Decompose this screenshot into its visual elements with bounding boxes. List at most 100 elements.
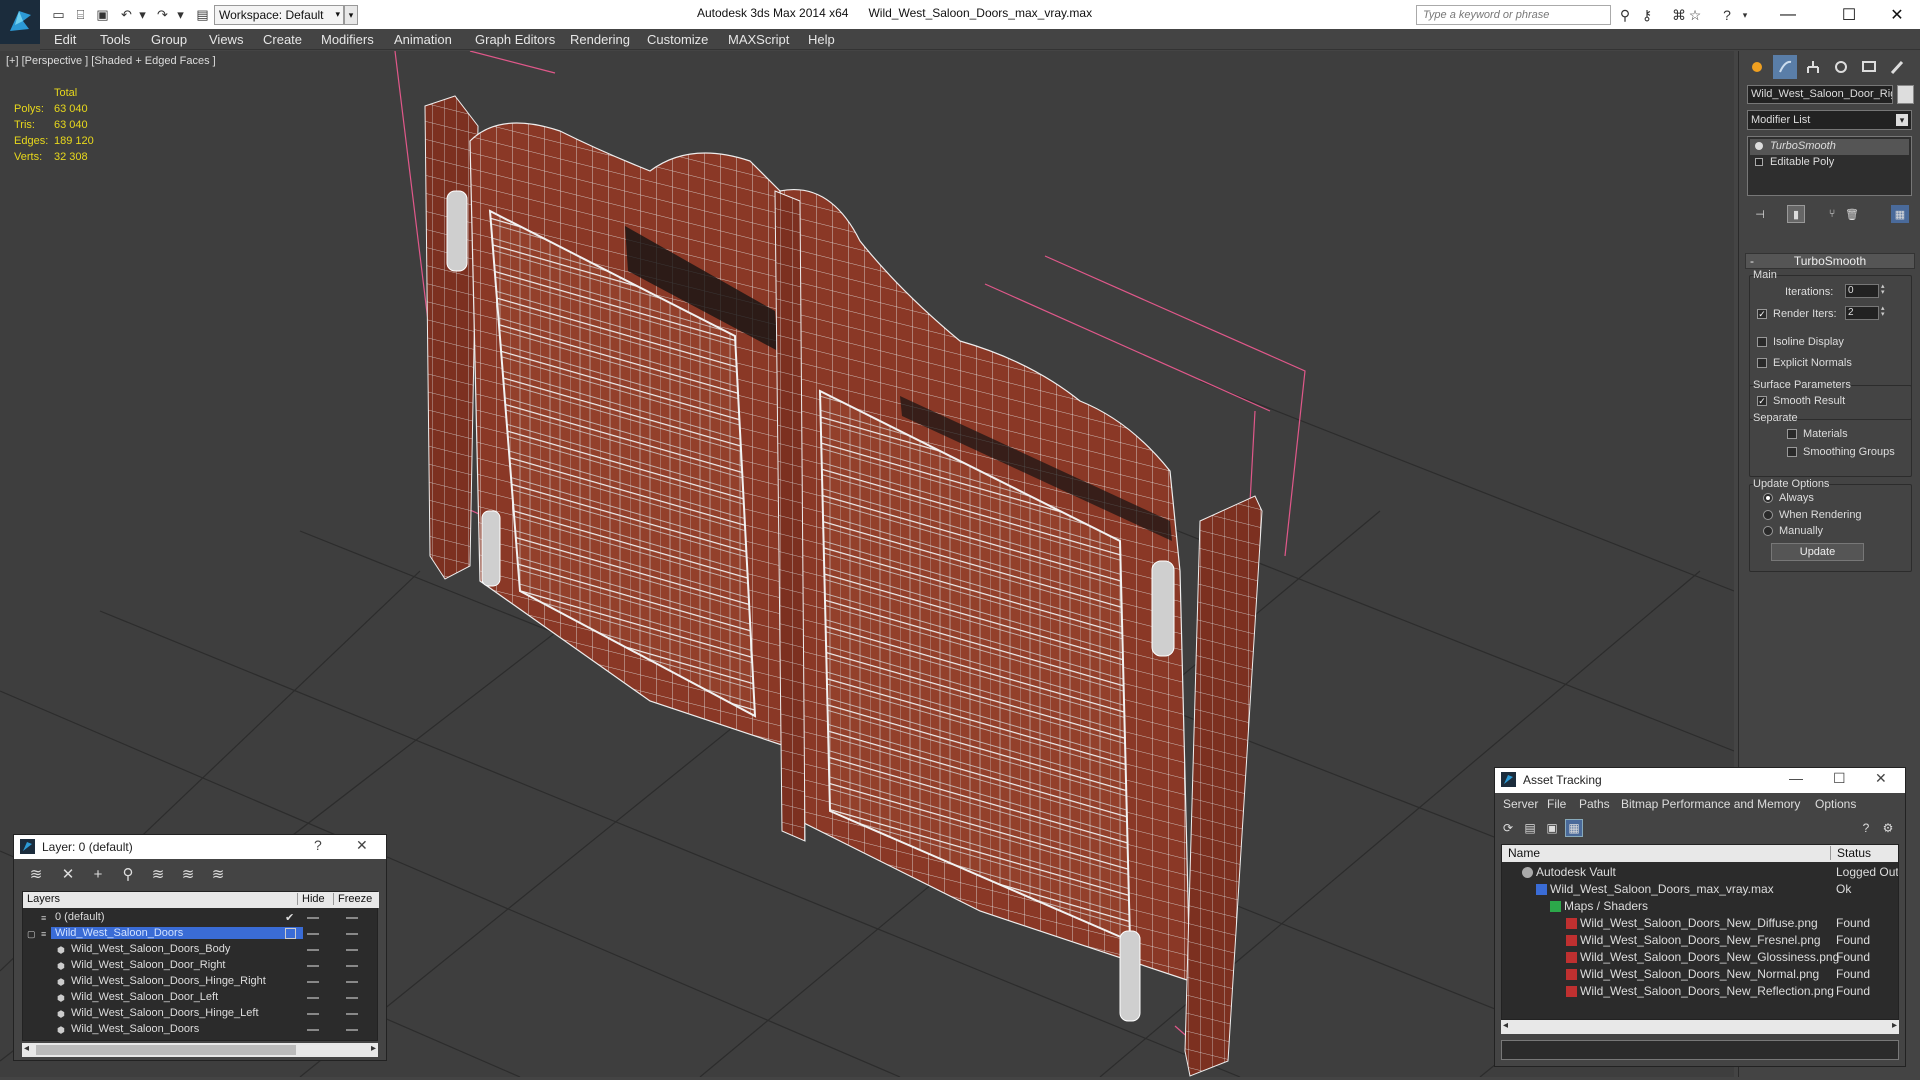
undo-dropdown-icon[interactable]: ▾ xyxy=(134,6,151,23)
help-icon[interactable]: ? xyxy=(1718,6,1736,24)
hide-freeze-icon[interactable]: ≋ xyxy=(208,865,228,883)
freeze-toggle[interactable] xyxy=(346,1029,358,1031)
maximize-button[interactable]: ☐ xyxy=(1826,0,1872,29)
undo-icon[interactable]: ↶ xyxy=(118,6,135,23)
vault-help-icon[interactable]: ? xyxy=(1857,819,1875,837)
layers-icon[interactable]: ≋ xyxy=(26,865,46,883)
asset-row[interactable]: Maps / Shaders xyxy=(1502,898,1898,915)
vault-login-icon[interactable]: ⚙ xyxy=(1879,819,1897,837)
materials-checkbox[interactable] xyxy=(1787,429,1797,439)
when-rendering-radio[interactable] xyxy=(1763,510,1773,520)
app-logo-icon[interactable] xyxy=(0,0,40,44)
pin-stack-icon[interactable]: ⊣ xyxy=(1751,205,1769,223)
hide-toggle[interactable] xyxy=(307,965,319,967)
menu-server[interactable]: Server xyxy=(1503,797,1538,811)
hide-toggle[interactable] xyxy=(307,997,319,999)
open-file-icon[interactable]: ⌸ xyxy=(72,6,89,23)
always-radio[interactable] xyxy=(1763,493,1773,503)
smooth-result-checkbox[interactable]: ✓ xyxy=(1757,396,1767,406)
turbosmooth-rollout-header[interactable]: - TurboSmooth xyxy=(1745,253,1915,269)
menu-paths[interactable]: Paths xyxy=(1579,797,1610,811)
configure-modifier-sets-icon[interactable]: ▦ xyxy=(1891,205,1909,223)
subscription-icon[interactable]: ⚷ xyxy=(1638,6,1656,24)
workspace-more-button[interactable]: ▾ xyxy=(344,5,358,25)
iterations-spinner[interactable]: 0 xyxy=(1845,284,1879,298)
help-button[interactable]: ? xyxy=(314,837,322,853)
render-iters-checkbox[interactable]: ✓ xyxy=(1757,309,1767,319)
scroll-left-icon[interactable]: ◂ xyxy=(24,1043,29,1054)
close-icon[interactable]: ✕ xyxy=(1875,770,1887,787)
asset-row[interactable]: Wild_West_Saloon_Doors_New_Normal.png Fou… xyxy=(1502,966,1898,983)
binoculars-icon[interactable]: ⚲ xyxy=(1616,6,1634,24)
column-header-name[interactable]: Name xyxy=(1508,846,1540,860)
table-view-icon[interactable]: ▦ xyxy=(1565,819,1583,837)
refresh-icon[interactable]: ⟳ xyxy=(1499,819,1517,837)
spinner-arrows-icon[interactable]: ▴ ▾ xyxy=(1881,305,1889,320)
horizontal-scrollbar[interactable]: ◂ ▸ xyxy=(22,1043,378,1057)
object-name-field[interactable]: Wild_West_Saloon_Door_Rigl xyxy=(1747,85,1893,104)
menu-group[interactable]: Group xyxy=(151,32,187,47)
highlight-selected-icon[interactable]: ≋ xyxy=(178,865,198,883)
column-header-hide[interactable]: Hide xyxy=(297,893,325,905)
close-icon[interactable]: ✕ xyxy=(356,837,368,854)
hide-toggle[interactable] xyxy=(307,949,319,951)
menu-tools[interactable]: Tools xyxy=(100,32,130,47)
freeze-toggle[interactable] xyxy=(346,981,358,983)
lightbulb-icon[interactable] xyxy=(1755,142,1763,150)
hide-toggle[interactable] xyxy=(307,933,319,935)
scrollbar-thumb[interactable] xyxy=(36,1045,296,1055)
layer-row[interactable]: ⬢ Wild_West_Saloon_Doors_Hinge_Right xyxy=(23,974,379,990)
menu-file[interactable]: File xyxy=(1547,797,1566,811)
layer-row[interactable]: ⬢ Wild_West_Saloon_Doors_Body xyxy=(23,942,379,958)
create-tab-icon[interactable] xyxy=(1745,55,1769,79)
add-layer-icon[interactable]: + xyxy=(88,865,108,883)
menu-help[interactable]: Help xyxy=(808,32,835,47)
thumbnail-view-icon[interactable]: ▣ xyxy=(1543,819,1561,837)
menu-graph-editors[interactable]: Graph Editors xyxy=(475,32,555,47)
layer-row[interactable]: ⬢ Wild_West_Saloon_Doors_Hinge_Left xyxy=(23,1006,379,1022)
minimize-icon[interactable]: — xyxy=(1789,770,1803,786)
freeze-toggle[interactable] xyxy=(346,917,358,919)
layer-row[interactable]: ⬢ Wild_West_Saloon_Doors xyxy=(23,1022,379,1038)
freeze-toggle[interactable] xyxy=(346,933,358,935)
redo-icon[interactable]: ↷ xyxy=(154,6,171,23)
remove-modifier-icon[interactable]: 🗑 xyxy=(1843,205,1861,223)
layer-row[interactable]: ⬢ Wild_West_Saloon_Door_Left xyxy=(23,990,379,1006)
list-view-icon[interactable]: ▤ xyxy=(1521,819,1539,837)
column-header-layers[interactable]: Layers xyxy=(27,893,60,905)
menu-edit[interactable]: Edit xyxy=(54,32,76,47)
motion-tab-icon[interactable] xyxy=(1829,55,1853,79)
collapse-icon[interactable]: ▢ xyxy=(27,929,37,939)
asset-row[interactable]: Wild_West_Saloon_Doors_New_Diffuse.png Fo… xyxy=(1502,915,1898,932)
freeze-toggle[interactable] xyxy=(346,949,358,951)
hierarchy-tab-icon[interactable] xyxy=(1801,55,1825,79)
freeze-toggle[interactable] xyxy=(346,965,358,967)
horizontal-scrollbar[interactable]: ◂ ▸ xyxy=(1501,1020,1899,1034)
scroll-right-icon[interactable]: ▸ xyxy=(1892,1020,1897,1031)
delete-layer-icon[interactable]: ✕ xyxy=(58,865,78,883)
hide-toggle[interactable] xyxy=(307,1013,319,1015)
menu-customize[interactable]: Customize xyxy=(647,32,708,47)
asset-row[interactable]: Wild_West_Saloon_Doors_New_Reflection.pn… xyxy=(1502,983,1898,1000)
save-file-icon[interactable]: ▣ xyxy=(94,6,111,23)
menu-bitmap-performance[interactable]: Bitmap Performance and Memory xyxy=(1621,797,1800,811)
freeze-toggle[interactable] xyxy=(346,997,358,999)
make-unique-icon[interactable]: ⑂ xyxy=(1823,205,1841,223)
favorites-star-icon[interactable]: ☆ xyxy=(1686,6,1704,24)
asset-row[interactable]: Wild_West_Saloon_Doors_New_Fresnel.png Fo… xyxy=(1502,932,1898,949)
column-header-status[interactable]: Status xyxy=(1830,846,1871,860)
display-tab-icon[interactable] xyxy=(1857,55,1881,79)
layer-window-titlebar[interactable]: Layer: 0 (default) ? ✕ xyxy=(14,835,386,859)
layer-row[interactable]: ⬢ Wild_West_Saloon_Door_Right xyxy=(23,958,379,974)
expand-icon[interactable] xyxy=(1755,158,1763,166)
menu-animation[interactable]: Animation xyxy=(394,32,452,47)
set-current-icon[interactable] xyxy=(285,928,296,939)
column-header-freeze[interactable]: Freeze xyxy=(333,893,372,905)
layer-row[interactable]: ≡ 0 (default) ✔ xyxy=(23,910,379,926)
freeze-toggle[interactable] xyxy=(346,1013,358,1015)
menu-rendering[interactable]: Rendering xyxy=(570,32,630,47)
menu-modifiers[interactable]: Modifiers xyxy=(321,32,374,47)
explicit-normals-checkbox[interactable] xyxy=(1757,358,1767,368)
new-file-icon[interactable]: ▭ xyxy=(50,6,67,23)
help-dropdown-icon[interactable]: ▾ xyxy=(1736,6,1754,24)
